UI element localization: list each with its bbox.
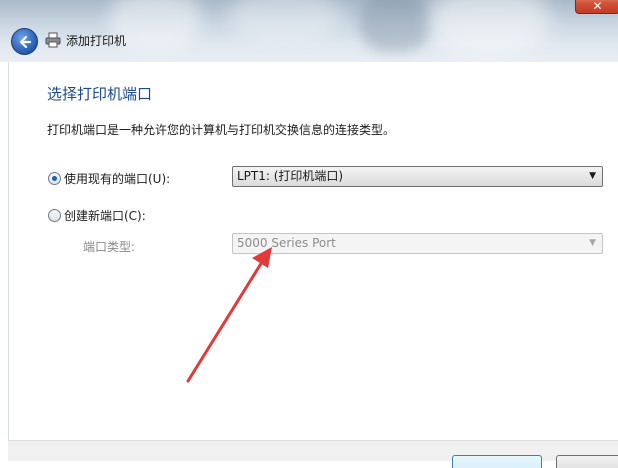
annotation-arrow [186,247,272,383]
